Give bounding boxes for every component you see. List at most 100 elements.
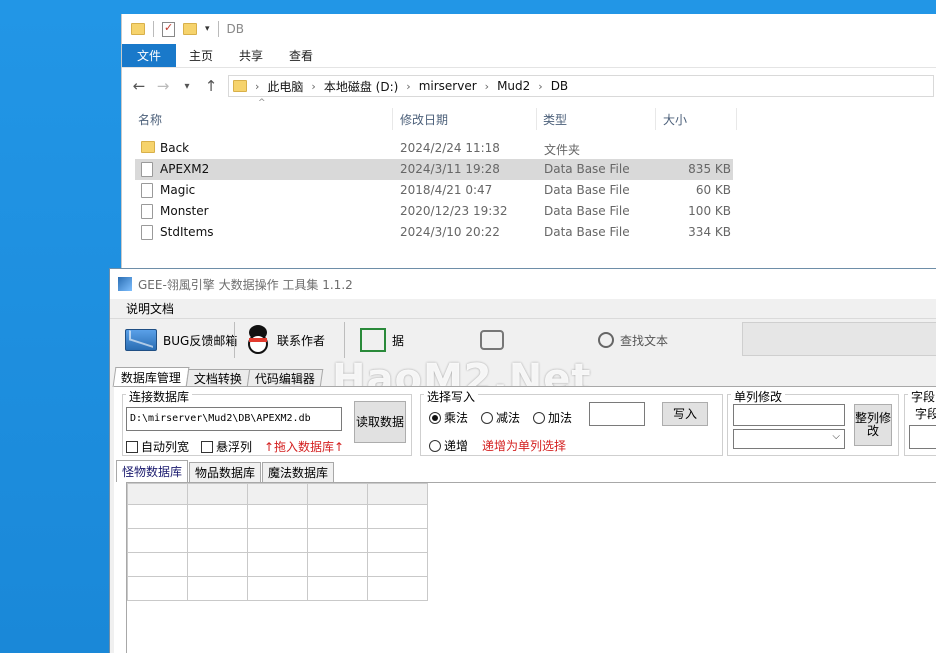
grid-cell[interactable] <box>247 576 308 601</box>
grid-header-cell[interactable] <box>367 483 428 505</box>
grid-cell[interactable] <box>187 528 248 553</box>
tab-monster-db[interactable]: 怪物数据库 <box>116 460 189 482</box>
divider <box>217 21 219 37</box>
grid-cell[interactable] <box>367 552 428 577</box>
chevron-down-icon[interactable]: ▾ <box>205 24 210 34</box>
grid-header-cell[interactable] <box>247 483 308 505</box>
bug-report-button[interactable]: BUG反馈邮箱 <box>125 320 237 360</box>
auto-width-checkbox[interactable]: 自动列宽 <box>126 438 189 455</box>
find-input[interactable] <box>742 322 936 356</box>
read-data-button[interactable]: 读取数据 <box>354 401 406 443</box>
grid-cell[interactable] <box>127 528 188 553</box>
grid-cell[interactable] <box>127 504 188 529</box>
grid-header-cell[interactable] <box>307 483 368 505</box>
file-row[interactable]: Magic 2018/4/21 0:47 Data Base File 60 KB <box>135 180 733 201</box>
back-arrow-icon[interactable]: ← <box>132 77 146 95</box>
grid-cell[interactable] <box>127 552 188 577</box>
file-name: APEXM2 <box>160 162 210 176</box>
file-size: 835 KB <box>688 162 731 176</box>
chevron-right-icon: › <box>311 79 316 93</box>
column-name[interactable]: 名称 <box>138 111 162 128</box>
float-column-checkbox[interactable]: 悬浮列 <box>201 438 252 455</box>
chevron-down-icon: ⌵ <box>832 431 840 442</box>
toolbar-item-3[interactable]: 据 <box>360 320 404 360</box>
breadcrumb-mirserver[interactable]: mirserver <box>419 79 477 93</box>
tab-code-editor[interactable]: 代码编辑器 <box>246 369 324 387</box>
column-size[interactable]: 大小 <box>663 111 687 128</box>
column-date[interactable]: 修改日期 <box>400 111 448 128</box>
grid-cell[interactable] <box>307 528 368 553</box>
grid-header-cell[interactable] <box>187 483 248 505</box>
properties-icon[interactable] <box>162 21 175 37</box>
whole-column-modify-button[interactable]: 整列修改 <box>854 404 892 446</box>
tab-home[interactable]: 主页 <box>176 44 226 67</box>
grid-cell[interactable] <box>247 528 308 553</box>
grid-cell[interactable] <box>307 504 368 529</box>
grid-cell[interactable] <box>367 528 428 553</box>
mail-icon <box>125 329 157 351</box>
data-grid[interactable] <box>126 482 936 653</box>
recent-chevron-icon[interactable]: ▾ <box>180 81 194 92</box>
column-type[interactable]: 类型 <box>543 111 567 128</box>
write-button[interactable]: 写入 <box>662 402 708 426</box>
grid-cell[interactable] <box>187 576 248 601</box>
single-column-value-input[interactable] <box>733 404 845 426</box>
up-arrow-icon[interactable]: ↑ <box>204 77 218 95</box>
file-name: Magic <box>160 183 196 197</box>
breadcrumb-this-pc[interactable]: 此电脑 <box>267 78 303 95</box>
column-divider[interactable] <box>736 108 737 130</box>
grid-cell[interactable] <box>307 576 368 601</box>
file-row[interactable]: StdItems 2024/3/10 20:22 Data Base File 334… <box>135 222 733 243</box>
field-input[interactable] <box>909 425 936 449</box>
forward-arrow-icon[interactable]: → <box>156 77 170 95</box>
new-folder-icon[interactable] <box>183 23 197 35</box>
file-row[interactable]: APEXM2 2024/3/11 19:28 Data Base File 835 K… <box>135 159 733 180</box>
contact-author-button[interactable]: 联系作者 <box>245 320 325 360</box>
grid-cell[interactable] <box>367 576 428 601</box>
radio-add[interactable]: 加法 <box>533 409 572 426</box>
tab-database-management[interactable]: 数据库管理 <box>112 367 190 387</box>
db-path-input[interactable]: D:\mirserver\Mud2\DB\APEXM2.db <box>126 407 342 431</box>
file-size: 334 KB <box>688 225 731 239</box>
grid-cell[interactable] <box>187 504 248 529</box>
tab-magic-db[interactable]: 魔法数据库 <box>262 462 335 482</box>
radio-multiply[interactable]: 乘法 <box>429 409 468 426</box>
file-type: Data Base File <box>544 183 630 197</box>
grid-cell[interactable] <box>127 576 188 601</box>
write-value-input[interactable] <box>589 402 645 426</box>
breadcrumb-mud2[interactable]: Mud2 <box>497 79 530 93</box>
tab-items-db[interactable]: 物品数据库 <box>189 462 262 482</box>
breadcrumb-local-disk[interactable]: 本地磁盘 (D:) <box>324 78 398 95</box>
find-text-button[interactable]: 查找文本 <box>598 320 668 360</box>
tab-share[interactable]: 共享 <box>226 44 276 67</box>
grid-cell[interactable] <box>307 552 368 577</box>
address-bar[interactable]: › 此电脑 › 本地磁盘 (D:) › mirserver › Mud2 › D… <box>228 75 934 97</box>
grid-cell[interactable] <box>247 552 308 577</box>
breadcrumb-db[interactable]: DB <box>551 79 568 93</box>
radio-increment[interactable]: 递增 <box>429 437 468 454</box>
file-type: Data Base File <box>544 162 630 176</box>
folder-icon <box>141 141 155 153</box>
tab-document-convert[interactable]: 文档转换 <box>185 369 251 387</box>
file-size: 100 KB <box>688 204 731 218</box>
column-select[interactable]: ⌵ <box>733 429 845 449</box>
file-icon <box>141 204 153 219</box>
menu-docs[interactable]: 说明文档 <box>126 300 174 317</box>
toolbar-item-4[interactable] <box>480 320 504 360</box>
radio-subtract[interactable]: 减法 <box>481 409 520 426</box>
column-divider[interactable] <box>655 108 656 130</box>
grid-cell[interactable] <box>247 504 308 529</box>
grid-cell[interactable] <box>187 552 248 577</box>
grid-cell[interactable] <box>367 504 428 529</box>
grid-header-cell[interactable] <box>127 483 188 505</box>
field-group: 字段 字段 <box>904 388 936 456</box>
tab-view[interactable]: 查看 <box>276 44 326 67</box>
column-divider[interactable] <box>392 108 393 130</box>
app-icon <box>118 277 132 291</box>
file-row[interactable]: Back 2024/2/24 11:18 文件夹 <box>135 138 733 159</box>
divider <box>153 21 154 37</box>
column-divider[interactable] <box>536 108 537 130</box>
file-row[interactable]: Monster 2020/12/23 19:32 Data Base File 100… <box>135 201 733 222</box>
sort-up-icon: ^ <box>258 98 266 108</box>
tab-file[interactable]: 文件 <box>122 44 177 67</box>
